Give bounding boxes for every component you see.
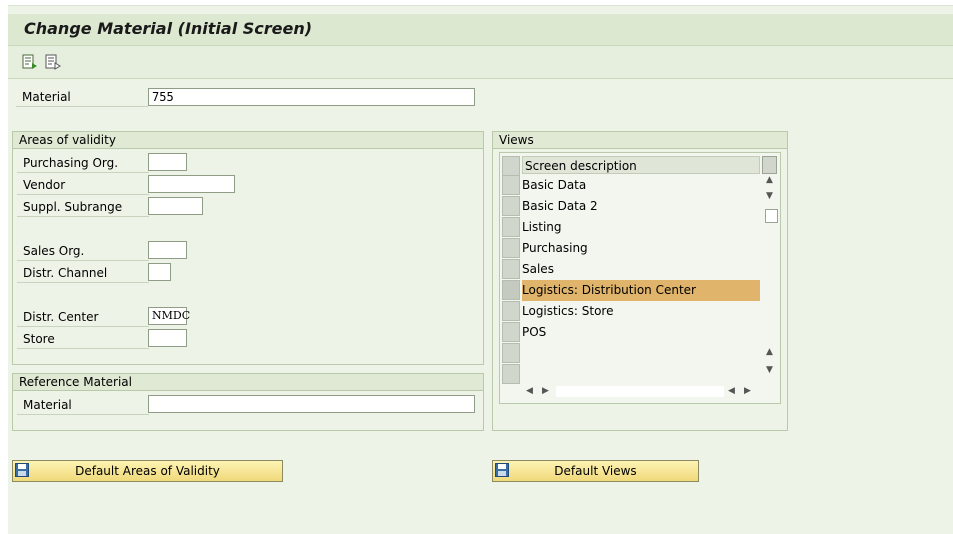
view-item-purchasing[interactable]: Purchasing	[522, 238, 760, 259]
view-item-basic-data[interactable]: Basic Data	[522, 175, 760, 196]
vertical-scrollbar[interactable]: ▲ ▼ ▲ ▼	[764, 175, 778, 385]
reference-material-label: Material	[17, 396, 149, 415]
areas-of-validity-group: Areas of validity Purchasing Org. Vendor…	[12, 131, 484, 365]
sales-org-input[interactable]	[148, 241, 187, 259]
suppl-subrange-label: Suppl. Subrange	[17, 198, 149, 217]
page-title: Change Material (Initial Screen)	[24, 19, 313, 38]
select-all-button[interactable]	[502, 156, 520, 176]
views-table: Screen description Basic Data Basic Data…	[499, 152, 781, 404]
purchasing-org-label: Purchasing Org.	[17, 154, 149, 173]
reference-material-input[interactable]	[148, 395, 475, 413]
sap-window: Change Material (Initial Screen) Materia…	[8, 5, 953, 534]
scroll-thumb[interactable]	[765, 209, 778, 223]
default-areas-of-validity-button[interactable]: Default Areas of Validity	[12, 460, 283, 482]
view-item-pos[interactable]: POS	[522, 322, 760, 343]
store-label: Store	[17, 330, 149, 349]
row-selector[interactable]	[502, 280, 520, 300]
material-input[interactable]: 755	[148, 88, 475, 106]
column-settings-button[interactable]	[762, 156, 777, 174]
select-views-icon[interactable]	[22, 54, 38, 70]
scroll-right-icon[interactable]: ▶	[744, 386, 751, 396]
areas-of-validity-title: Areas of validity	[13, 132, 483, 149]
views-title: Views	[493, 132, 787, 149]
purchasing-org-input[interactable]	[148, 153, 187, 171]
row-selector[interactable]	[502, 322, 520, 342]
row-selector[interactable]	[502, 217, 520, 237]
default-views-button[interactable]: Default Views	[492, 460, 699, 482]
distr-center-input[interactable]: NMDC	[148, 307, 190, 325]
views-group: Views Screen description Basic Data Basi…	[492, 131, 788, 431]
view-item-basic-data-2[interactable]: Basic Data 2	[522, 196, 760, 217]
scroll-track[interactable]	[556, 386, 724, 397]
save-icon	[15, 463, 29, 477]
view-item-logistics-dc[interactable]: Logistics: Distribution Center	[522, 280, 760, 301]
reference-material-title: Reference Material	[13, 374, 483, 391]
row-selector[interactable]	[502, 175, 520, 195]
default-areas-of-validity-label: Default Areas of Validity	[75, 464, 220, 478]
view-item-logistics-store[interactable]: Logistics: Store	[522, 301, 760, 322]
screen-description-header[interactable]: Screen description	[522, 156, 760, 174]
title-bar: Change Material (Initial Screen)	[8, 14, 953, 46]
distr-center-label: Distr. Center	[17, 308, 149, 327]
store-input[interactable]	[148, 329, 187, 347]
scroll-left-icon[interactable]: ◀	[526, 386, 533, 396]
view-item-listing[interactable]: Listing	[522, 217, 760, 238]
material-label: Material	[16, 88, 148, 107]
vendor-label: Vendor	[17, 176, 149, 195]
scroll-right-icon[interactable]: ▶	[542, 386, 549, 396]
page-down-icon[interactable]: ▼	[766, 365, 773, 375]
reference-material-group: Reference Material Material	[12, 373, 484, 431]
org-levels-icon[interactable]	[45, 54, 61, 70]
distr-channel-input[interactable]	[148, 263, 171, 281]
save-icon	[495, 463, 509, 477]
application-toolbar	[8, 46, 953, 79]
row-selector[interactable]	[502, 364, 520, 384]
row-selector[interactable]	[502, 301, 520, 321]
row-selector[interactable]	[502, 238, 520, 258]
horizontal-scrollbar[interactable]: ◀ ▶ ◀ ▶	[522, 385, 762, 399]
vendor-input[interactable]	[148, 175, 235, 193]
row-selector[interactable]	[502, 196, 520, 216]
distr-channel-label: Distr. Channel	[17, 264, 149, 283]
row-selector[interactable]	[502, 259, 520, 279]
view-item-sales[interactable]: Sales	[522, 259, 760, 280]
row-selector[interactable]	[502, 343, 520, 363]
suppl-subrange-input[interactable]	[148, 197, 203, 215]
default-views-label: Default Views	[554, 464, 637, 478]
page-up-icon[interactable]: ▲	[766, 347, 773, 357]
scroll-left-icon[interactable]: ◀	[728, 386, 735, 396]
sales-org-label: Sales Org.	[17, 242, 149, 261]
scroll-down-icon[interactable]: ▼	[766, 191, 773, 201]
scroll-up-icon[interactable]: ▲	[766, 175, 773, 185]
